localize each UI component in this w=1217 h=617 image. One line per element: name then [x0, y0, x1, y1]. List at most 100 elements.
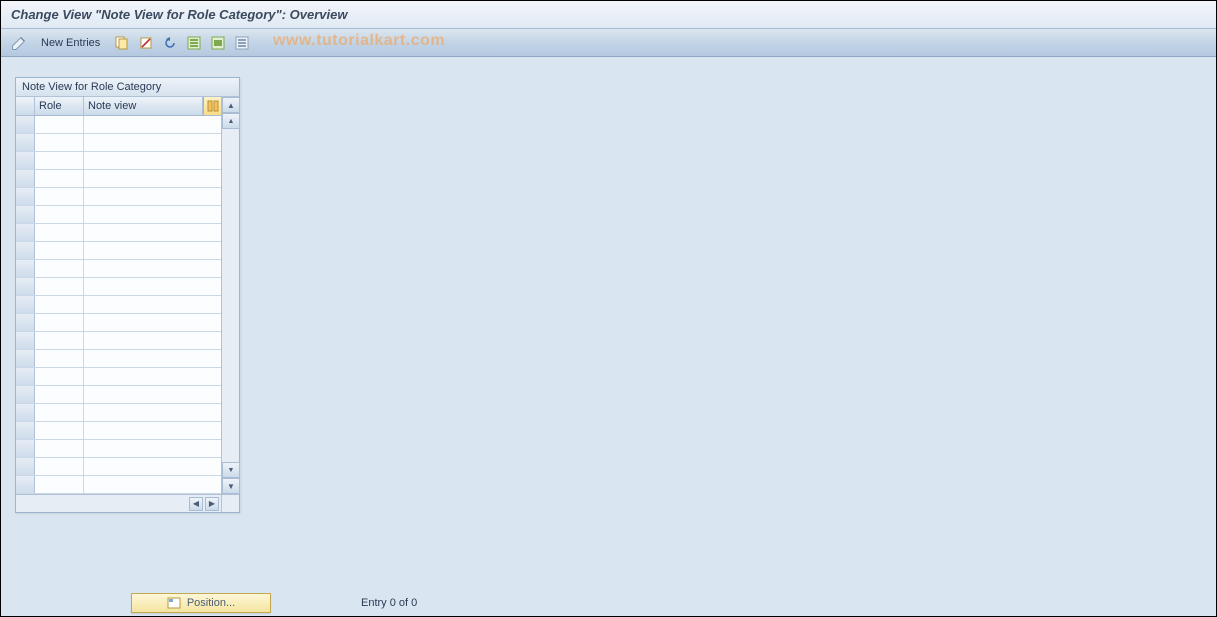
vertical-scrollbar[interactable]: ▲ ▲ ▼ ▼ [221, 97, 239, 494]
cell-role[interactable] [35, 332, 84, 349]
cell-role[interactable] [35, 440, 84, 457]
cell-role[interactable] [35, 170, 84, 187]
delete-icon[interactable] [136, 33, 156, 53]
row-selector[interactable] [16, 134, 35, 151]
row-selector[interactable] [16, 242, 35, 259]
cell-role[interactable] [35, 188, 84, 205]
row-selector[interactable] [16, 386, 35, 403]
row-selector[interactable] [16, 206, 35, 223]
row-selector[interactable] [16, 458, 35, 475]
cell-role[interactable] [35, 404, 84, 421]
cell-note[interactable] [84, 386, 221, 403]
row-selector[interactable] [16, 422, 35, 439]
horizontal-scrollbar[interactable]: ◀ ▶ [16, 494, 239, 512]
cell-role[interactable] [35, 350, 84, 367]
cell-role[interactable] [35, 116, 84, 133]
row-selector[interactable] [16, 170, 35, 187]
page-title: Change View "Note View for Role Category… [11, 7, 347, 22]
cell-role[interactable] [35, 458, 84, 475]
scroll-track[interactable] [222, 129, 239, 462]
row-selector[interactable] [16, 440, 35, 457]
cell-role[interactable] [35, 260, 84, 277]
cell-note[interactable] [84, 260, 221, 277]
table-row [16, 476, 221, 494]
cell-role[interactable] [35, 368, 84, 385]
cell-note[interactable] [84, 134, 221, 151]
position-icon [167, 596, 181, 610]
undo-icon[interactable] [160, 33, 180, 53]
configure-columns-icon[interactable] [203, 97, 221, 115]
position-button[interactable]: Position... [131, 593, 271, 613]
cell-note[interactable] [84, 440, 221, 457]
cell-note[interactable] [84, 278, 221, 295]
cell-note[interactable] [84, 242, 221, 259]
row-selector[interactable] [16, 368, 35, 385]
scroll-left-icon[interactable]: ◀ [189, 497, 203, 511]
cell-note[interactable] [84, 206, 221, 223]
table-row [16, 152, 221, 170]
row-selector[interactable] [16, 350, 35, 367]
scroll-up-half-icon[interactable]: ▲ [222, 113, 240, 129]
row-selector[interactable] [16, 278, 35, 295]
table-row [16, 224, 221, 242]
select-block-icon[interactable] [208, 33, 228, 53]
cell-role[interactable] [35, 152, 84, 169]
row-selector[interactable] [16, 260, 35, 277]
table-row [16, 422, 221, 440]
column-headers: Role Note view [16, 97, 221, 116]
cell-role[interactable] [35, 134, 84, 151]
column-header-note[interactable]: Note view [84, 97, 203, 115]
row-selector[interactable] [16, 296, 35, 313]
cell-role[interactable] [35, 386, 84, 403]
cell-note[interactable] [84, 368, 221, 385]
toggle-display-change-icon[interactable] [9, 33, 29, 53]
table-panel: Note View for Role Category Role Note vi… [15, 77, 240, 513]
row-selector[interactable] [16, 188, 35, 205]
scroll-down-half-icon[interactable]: ▼ [222, 462, 240, 478]
cell-note[interactable] [84, 476, 221, 493]
cell-role[interactable] [35, 278, 84, 295]
row-selector[interactable] [16, 116, 35, 133]
new-entries-button[interactable]: New Entries [33, 33, 108, 53]
cell-note[interactable] [84, 422, 221, 439]
cell-note[interactable] [84, 332, 221, 349]
cell-role[interactable] [35, 476, 84, 493]
cell-note[interactable] [84, 152, 221, 169]
scroll-up-icon[interactable]: ▲ [222, 97, 240, 113]
row-selector[interactable] [16, 476, 35, 493]
cell-note[interactable] [84, 350, 221, 367]
cell-role[interactable] [35, 314, 84, 331]
column-header-role[interactable]: Role [35, 97, 84, 115]
cell-note[interactable] [84, 188, 221, 205]
select-all-column[interactable] [16, 97, 35, 115]
table-row [16, 170, 221, 188]
table-row [16, 386, 221, 404]
cell-role[interactable] [35, 206, 84, 223]
cell-note[interactable] [84, 170, 221, 187]
select-all-icon[interactable] [184, 33, 204, 53]
cell-note[interactable] [84, 314, 221, 331]
cell-note[interactable] [84, 296, 221, 313]
title-bar: Change View "Note View for Role Category… [1, 1, 1216, 29]
cell-role[interactable] [35, 296, 84, 313]
copy-as-icon[interactable] [112, 33, 132, 53]
scroll-right-icon[interactable]: ▶ [205, 497, 219, 511]
scroll-down-icon[interactable]: ▼ [222, 478, 240, 494]
cell-note[interactable] [84, 224, 221, 241]
position-label: Position... [187, 597, 235, 609]
cell-note[interactable] [84, 458, 221, 475]
cell-role[interactable] [35, 422, 84, 439]
row-selector[interactable] [16, 314, 35, 331]
row-selector[interactable] [16, 152, 35, 169]
cell-role[interactable] [35, 242, 84, 259]
cell-note[interactable] [84, 116, 221, 133]
deselect-all-icon[interactable] [232, 33, 252, 53]
table-row [16, 116, 221, 134]
row-selector[interactable] [16, 224, 35, 241]
cell-note[interactable] [84, 404, 221, 421]
status-bar: Position... Entry 0 of 0 [1, 590, 1216, 616]
row-selector[interactable] [16, 332, 35, 349]
table-row [16, 368, 221, 386]
row-selector[interactable] [16, 404, 35, 421]
cell-role[interactable] [35, 224, 84, 241]
